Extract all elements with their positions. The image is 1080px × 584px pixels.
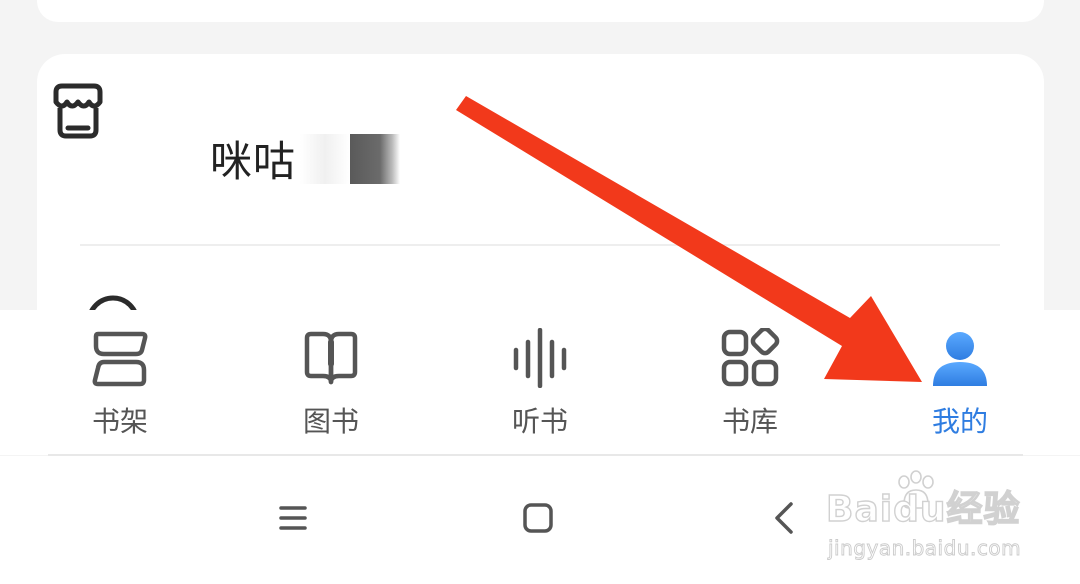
- bookshelf-icon: [92, 331, 148, 387]
- home-square-icon[interactable]: [508, 488, 568, 548]
- menu-divider: [80, 244, 1000, 246]
- tab-audiobooks[interactable]: 听书: [465, 320, 615, 450]
- tab-label: 图书: [302, 405, 359, 438]
- watermark-brand: Baidu经验: [825, 488, 1021, 530]
- tab-label: 书架: [91, 405, 148, 438]
- tab-library[interactable]: 书库: [675, 320, 825, 450]
- watermark-url: jingyan.baidu.com: [828, 536, 1022, 561]
- tab-label: 我的: [931, 405, 988, 438]
- store-icon: [53, 83, 103, 139]
- menu-item-label: 咪咕: [210, 137, 297, 186]
- baidu-jingyan-watermark: Baidu经验 jingyan.baidu.com: [825, 470, 1036, 570]
- redacted-text-block: [300, 134, 350, 184]
- menu-card: [37, 54, 1044, 354]
- audio-wave-icon: [513, 328, 567, 388]
- tab-label: 听书: [511, 405, 568, 438]
- tab-label: 书库: [721, 405, 778, 438]
- menu-icon[interactable]: [263, 488, 323, 548]
- top-card: [37, 0, 1044, 22]
- library-grid-icon: [721, 328, 780, 387]
- redacted-text-block-dark: [350, 134, 400, 184]
- tab-me[interactable]: 我的: [885, 320, 1035, 450]
- book-icon: [304, 331, 358, 385]
- back-chevron-icon[interactable]: [755, 488, 815, 548]
- tab-books[interactable]: 图书: [256, 320, 406, 450]
- user-profile-icon: [933, 332, 987, 386]
- tab-bookshelf[interactable]: 书架: [45, 320, 195, 450]
